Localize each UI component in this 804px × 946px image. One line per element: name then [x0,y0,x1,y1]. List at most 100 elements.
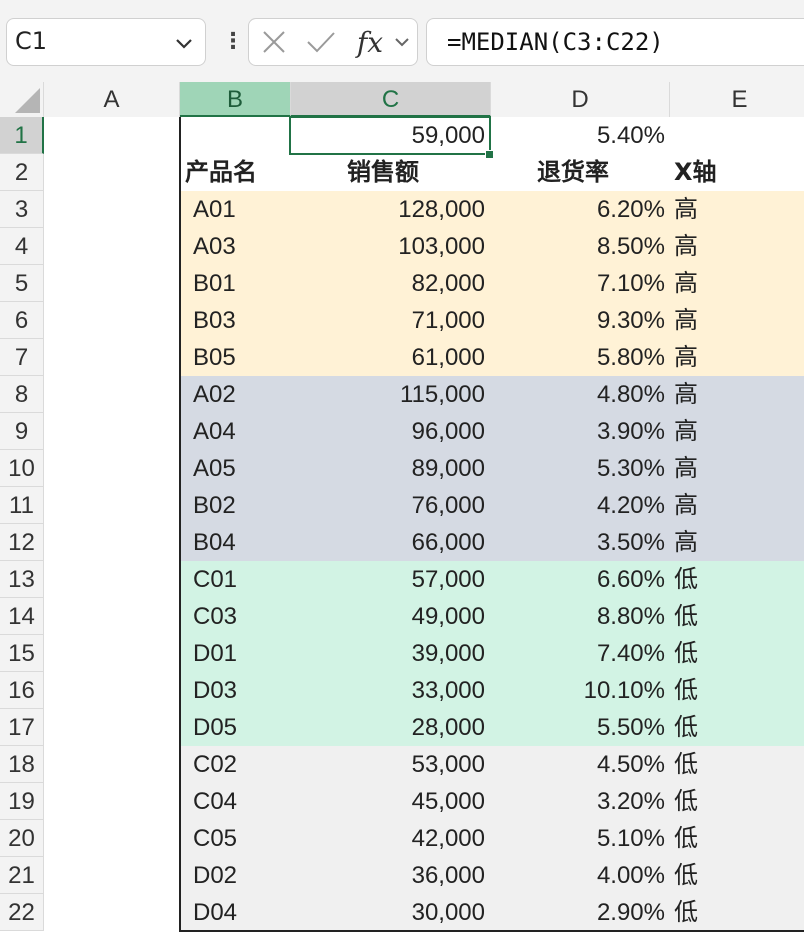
cell-x-axis[interactable]: 低 [674,783,698,820]
cell-return-rate[interactable]: 3.50% [491,524,665,561]
cell-x-axis[interactable]: 高 [674,339,698,376]
cell-x-axis[interactable]: 高 [674,487,698,524]
row-header-22[interactable]: 22 [0,894,44,931]
cell-sales[interactable]: 42,000 [291,820,485,857]
cell-x-axis[interactable]: 低 [674,746,698,783]
row-header-3[interactable]: 3 [0,191,44,228]
cell-return-rate[interactable]: 5.50% [491,709,665,746]
cell-product[interactable]: A04 [193,413,236,450]
header-x-axis[interactable]: X轴 [674,154,717,191]
row-header-12[interactable]: 12 [0,524,44,561]
cell-sales[interactable]: 33,000 [291,672,485,709]
row-header-21[interactable]: 21 [0,857,44,894]
cell-x-axis[interactable]: 低 [674,635,698,672]
cell-product[interactable]: C03 [193,598,237,635]
cell-x-axis[interactable]: 低 [674,894,698,931]
cell-x-axis[interactable]: 高 [674,376,698,413]
cell-product[interactable]: A03 [193,228,236,265]
cell-sales[interactable]: 76,000 [291,487,485,524]
cell-x-axis[interactable]: 低 [674,857,698,894]
cell-x-axis[interactable]: 高 [674,191,698,228]
cell-return-rate[interactable]: 4.20% [491,487,665,524]
cell-product[interactable]: B03 [193,302,236,339]
cell-product[interactable]: B04 [193,524,236,561]
cell-product[interactable]: A05 [193,450,236,487]
row-header-19[interactable]: 19 [0,783,44,820]
row-header-10[interactable]: 10 [0,450,44,487]
cell-product[interactable]: A02 [193,376,236,413]
row-header-16[interactable]: 16 [0,672,44,709]
cell-return-rate[interactable]: 8.80% [491,598,665,635]
cell-product[interactable]: D05 [193,709,237,746]
cell-x-axis[interactable]: 低 [674,709,698,746]
select-all-corner[interactable] [0,82,44,117]
cell-return-rate[interactable]: 2.90% [491,894,665,931]
row-header-9[interactable]: 9 [0,413,44,450]
check-icon[interactable] [305,19,337,65]
cell-sales[interactable]: 71,000 [291,302,485,339]
column-header-a[interactable]: A [44,82,180,117]
cell-return-rate[interactable]: 3.90% [491,413,665,450]
cell-product[interactable]: D04 [193,894,237,931]
cell-sales[interactable]: 115,000 [291,376,485,413]
row-header-17[interactable]: 17 [0,709,44,746]
cell-return-rate[interactable]: 6.60% [491,561,665,598]
cell-sales[interactable]: 45,000 [291,783,485,820]
formula-input[interactable]: =MEDIAN(C3:C22) [426,18,804,66]
name-box[interactable]: C1 [6,18,206,66]
row-header-2[interactable]: 2 [0,154,44,191]
row-header-4[interactable]: 4 [0,228,44,265]
cell-product[interactable]: D01 [193,635,237,672]
row-header-5[interactable]: 5 [0,265,44,302]
cell-return-rate[interactable]: 5.80% [491,339,665,376]
cell-product[interactable]: C01 [193,561,237,598]
cell-product[interactable]: C05 [193,820,237,857]
cell-return-rate[interactable]: 3.20% [491,783,665,820]
header-sales[interactable]: 销售额 [347,154,419,191]
cell-return-rate[interactable]: 4.80% [491,376,665,413]
cell-x-axis[interactable]: 高 [674,413,698,450]
cell-return-rate[interactable]: 6.20% [491,191,665,228]
row-header-15[interactable]: 15 [0,635,44,672]
cell-sales[interactable]: 53,000 [291,746,485,783]
cell-product[interactable]: D02 [193,857,237,894]
row-header-1[interactable]: 1 [0,117,44,154]
fill-handle[interactable] [485,150,494,159]
column-header-d[interactable]: D [491,82,670,117]
cell-sales[interactable]: 30,000 [291,894,485,931]
cell-product[interactable]: A01 [193,191,236,228]
column-header-c[interactable]: C [291,82,491,117]
header-product[interactable]: 产品名 [185,154,257,191]
cell-product[interactable]: B02 [193,487,236,524]
cell-x-axis[interactable]: 低 [674,561,698,598]
cell-sales[interactable]: 28,000 [291,709,485,746]
fx-icon[interactable]: fx [353,19,387,65]
row-header-6[interactable]: 6 [0,302,44,339]
cell-return-rate[interactable]: 9.30% [491,302,665,339]
cell-sales[interactable]: 128,000 [291,191,485,228]
cell-x-axis[interactable]: 高 [674,450,698,487]
cell-product[interactable]: B01 [193,265,236,302]
cell-return-rate[interactable]: 8.50% [491,228,665,265]
cell-product[interactable]: C02 [193,746,237,783]
cell-return-rate[interactable]: 7.40% [491,635,665,672]
cell-x-axis[interactable]: 高 [674,302,698,339]
column-header-b[interactable]: B [180,82,291,117]
cell-return-rate[interactable]: 4.50% [491,746,665,783]
cell-product[interactable]: D03 [193,672,237,709]
cell-sales[interactable]: 57,000 [291,561,485,598]
cell-sales[interactable]: 103,000 [291,228,485,265]
cell-x-axis[interactable]: 低 [674,672,698,709]
cell-sales[interactable]: 96,000 [291,413,485,450]
cell-x-axis[interactable]: 高 [674,524,698,561]
cell-sales[interactable]: 82,000 [291,265,485,302]
cell-return-rate[interactable]: 10.10% [491,672,665,709]
chevron-down-icon[interactable] [175,35,193,54]
cell-sales[interactable]: 61,000 [291,339,485,376]
row-header-18[interactable]: 18 [0,746,44,783]
cell-product[interactable]: C04 [193,783,237,820]
more-options-icon[interactable]: ⋮ [222,27,244,57]
cell-x-axis[interactable]: 低 [674,598,698,635]
cell-sales[interactable]: 66,000 [291,524,485,561]
cell-return-rate[interactable]: 5.30% [491,450,665,487]
